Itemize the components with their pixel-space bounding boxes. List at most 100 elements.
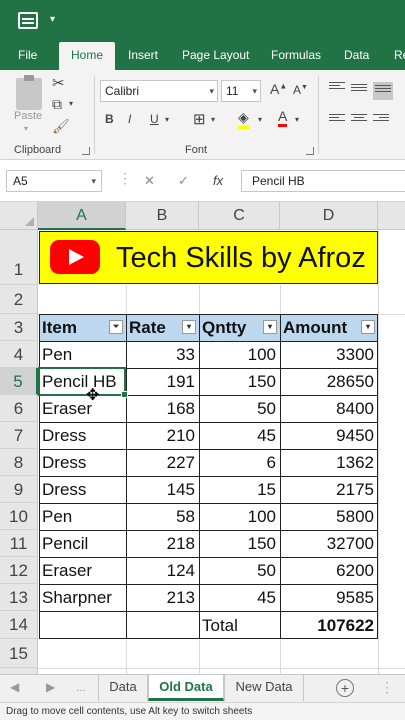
borders-icon[interactable]: ⊞ (193, 110, 206, 128)
align-center-icon[interactable] (351, 114, 367, 125)
row-header-2[interactable]: 2 (0, 285, 38, 314)
row-header-6[interactable]: 6 (0, 395, 38, 422)
formula-input[interactable]: Pencil HB (241, 170, 405, 192)
align-right-icon[interactable] (373, 114, 389, 125)
row-header-7[interactable]: 7 (0, 422, 38, 449)
tab-review[interactable]: Re (394, 42, 405, 70)
filter-active-icon[interactable]: ⏷ (109, 320, 123, 334)
cell-rate[interactable]: 145 (126, 476, 199, 503)
sheet-tab-new-data[interactable]: New Data (224, 675, 304, 701)
cell-amount[interactable]: 2175 (280, 476, 378, 503)
column-header-a[interactable]: A (38, 202, 126, 230)
cell-item[interactable]: Dress (39, 449, 126, 476)
cell-qntty[interactable]: 6 (199, 449, 280, 476)
decrease-font-icon[interactable]: A▼ (293, 83, 308, 97)
cell-qntty[interactable]: 45 (199, 584, 280, 611)
paste-button[interactable]: Paste (14, 110, 42, 122)
quick-access-dropdown-icon[interactable]: ▾ (50, 14, 55, 25)
copy-icon[interactable]: ⧉ (52, 96, 62, 113)
cell-amount[interactable]: 8400 (280, 395, 378, 422)
clipboard-launcher-icon[interactable] (82, 147, 90, 155)
bottom-align-icon[interactable] (373, 82, 393, 100)
cell-qntty[interactable]: 150 (199, 530, 280, 557)
cell-qntty[interactable]: 50 (199, 557, 280, 584)
scroll-left-icon[interactable]: ◀ (10, 680, 19, 694)
increase-font-icon[interactable]: A▲ (270, 81, 287, 97)
cut-icon[interactable]: ✂ (52, 74, 65, 92)
fill-color-icon[interactable]: ◈ (238, 109, 249, 129)
cell-qntty[interactable]: 50 (199, 395, 280, 422)
font-size-dropdown-icon[interactable]: ▾ (252, 81, 257, 101)
cell-qntty[interactable]: 45 (199, 422, 280, 449)
column-header-b[interactable]: B (126, 202, 199, 230)
column-header-d[interactable]: D (280, 202, 378, 230)
enter-icon[interactable]: ✓ (178, 173, 189, 189)
cell-qntty[interactable]: 150 (199, 368, 280, 395)
header-rate[interactable]: Rate ▾ (126, 314, 199, 341)
font-color-icon[interactable]: A (278, 108, 288, 127)
cell-item[interactable]: Pen (39, 503, 126, 530)
select-all-button[interactable] (0, 202, 38, 230)
insert-function-button[interactable]: fx (213, 173, 223, 188)
cell-item[interactable]: Pen (39, 341, 126, 368)
total-value[interactable]: 107622 (280, 612, 378, 639)
filter-dropdown-icon[interactable]: ▾ (263, 320, 277, 334)
cell-amount[interactable]: 6200 (280, 557, 378, 584)
sheet-tab-old-data[interactable]: Old Data (148, 675, 224, 701)
cancel-icon[interactable]: ✕ (144, 173, 155, 189)
cell-rate[interactable]: 168 (126, 395, 199, 422)
format-painter-icon[interactable]: 🖌 (52, 118, 70, 135)
tab-page-layout[interactable]: Page Layout (182, 42, 249, 70)
top-align-icon[interactable] (329, 82, 345, 93)
fill-color-dropdown-icon[interactable]: ▾ (258, 115, 262, 124)
cell-qntty[interactable]: 100 (199, 503, 280, 530)
worksheet-grid[interactable]: A B C D 1 2 3 4 5 6 7 8 9 10 11 12 13 14… (0, 202, 405, 674)
cell-amount[interactable]: 32700 (280, 530, 378, 557)
cell-rate[interactable]: 227 (126, 449, 199, 476)
cell-item[interactable]: Eraser (39, 557, 126, 584)
tab-data[interactable]: Data (344, 42, 369, 70)
name-box-dropdown-icon[interactable]: ▾ (91, 171, 96, 191)
cell-item[interactable]: Pencil HB (39, 368, 126, 395)
cell-item[interactable]: Dress (39, 422, 126, 449)
sheet-view-icon[interactable] (18, 12, 38, 29)
cell-item[interactable]: Dress (39, 476, 126, 503)
font-size-box[interactable]: 11 ▾ (221, 80, 261, 102)
total-label[interactable]: Total (199, 612, 280, 639)
font-name-dropdown-icon[interactable]: ▾ (209, 81, 214, 101)
cell-amount[interactable]: 9585 (280, 584, 378, 611)
cell-rate[interactable]: 33 (126, 341, 199, 368)
cell-rate[interactable]: 58 (126, 503, 199, 530)
filter-dropdown-icon[interactable]: ▾ (182, 320, 196, 334)
cell-amount[interactable]: 9450 (280, 422, 378, 449)
cell-amount[interactable]: 3300 (280, 341, 378, 368)
underline-button[interactable]: U (150, 112, 159, 126)
sheet-options-icon[interactable]: ⋮ (380, 679, 394, 696)
underline-dropdown-icon[interactable]: ▾ (165, 115, 169, 124)
italic-button[interactable]: I (128, 112, 131, 126)
header-qntty[interactable]: Qntty ▾ (199, 314, 280, 341)
row-header-13[interactable]: 13 (0, 584, 38, 611)
cell-item[interactable]: Sharpner (39, 584, 126, 611)
cell-rate[interactable]: 218 (126, 530, 199, 557)
font-name-box[interactable]: Calibri ▾ (100, 80, 218, 102)
paste-icon[interactable] (16, 75, 42, 110)
header-item[interactable]: Item ⏷ (39, 314, 126, 341)
tab-insert[interactable]: Insert (128, 42, 158, 70)
row-header-11[interactable]: 11 (0, 530, 38, 557)
align-left-icon[interactable] (329, 114, 345, 125)
more-sheets-icon[interactable]: … (76, 683, 86, 694)
cell-rate[interactable]: 210 (126, 422, 199, 449)
row-header-15[interactable]: 15 (0, 639, 38, 668)
cell-amount[interactable]: 5800 (280, 503, 378, 530)
row-header-10[interactable]: 10 (0, 503, 38, 530)
middle-align-icon[interactable] (351, 84, 367, 95)
header-amount[interactable]: Amount ▾ (280, 314, 378, 341)
row-header-14[interactable]: 14 (0, 611, 38, 639)
borders-dropdown-icon[interactable]: ▾ (211, 115, 215, 124)
tab-home[interactable]: Home (59, 42, 115, 70)
column-header-e[interactable] (378, 202, 405, 230)
bold-button[interactable]: B (105, 112, 114, 126)
paste-dropdown-icon[interactable]: ▾ (24, 124, 28, 133)
row-header-3[interactable]: 3 (0, 314, 38, 341)
